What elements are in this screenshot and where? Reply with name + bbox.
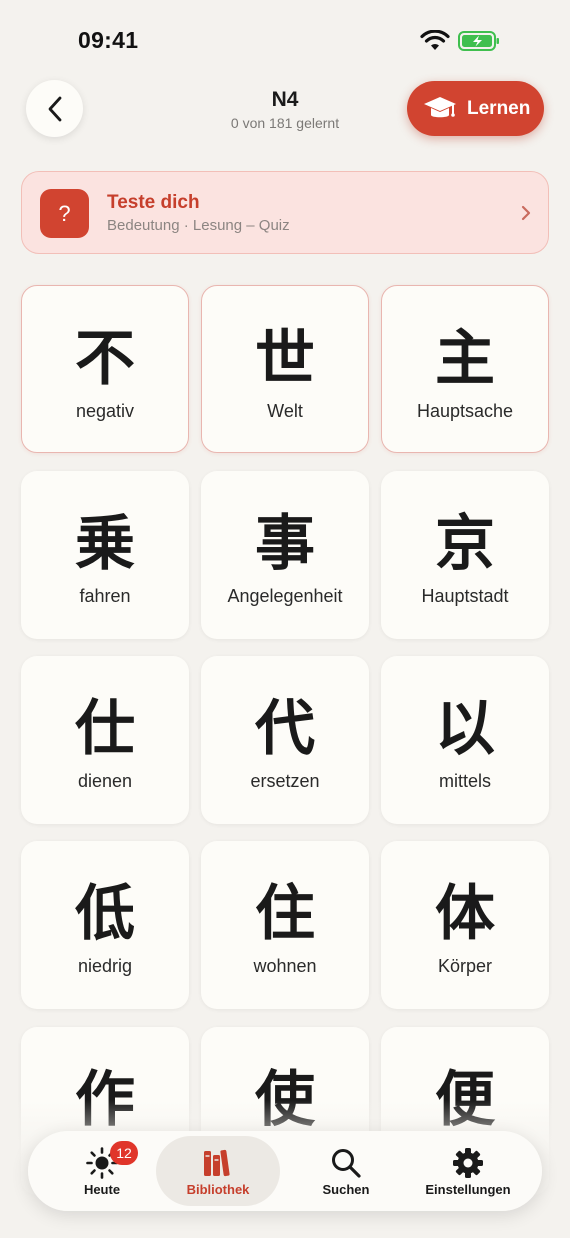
tab-bibliothek[interactable]: Bibliothek: [156, 1136, 280, 1206]
kanji-meaning: fahren: [79, 586, 131, 606]
kanji-card[interactable]: 不 negativ: [21, 285, 189, 453]
tab-bar: 12 Heute Bibliothek Suchen Einstellungen: [28, 1131, 542, 1211]
kanji-meaning: Hauptsache: [416, 401, 514, 421]
kanji-card[interactable]: 京 Hauptstadt: [381, 471, 549, 639]
kanji-card[interactable]: 代 ersetzen: [201, 656, 369, 824]
kanji-card[interactable]: 低 niedrig: [21, 841, 189, 1009]
kanji-meaning: niedrig: [77, 956, 133, 976]
kanji-card[interactable]: 住 wohnen: [201, 841, 369, 1009]
tab-label: Heute: [83, 1182, 121, 1197]
kanji-character: 体: [435, 879, 495, 949]
search-icon: [332, 1149, 361, 1178]
kanji-character: 京: [435, 509, 495, 579]
kanji-character: 乗: [75, 509, 135, 579]
kanji-meaning: negativ: [75, 401, 135, 421]
kanji-meaning: Welt: [267, 401, 303, 421]
kanji-character: 仕: [75, 694, 135, 764]
kanji-card[interactable]: 乗 fahren: [21, 471, 189, 639]
kanji-grid: 不 negativ 世 Welt 主 Hauptsache 乗 fahren 事…: [0, 0, 570, 1238]
books-icon: [204, 1149, 230, 1177]
kanji-card[interactable]: 主 Hauptsache: [381, 285, 549, 453]
tab-heute[interactable]: 12 Heute: [40, 1136, 164, 1206]
kanji-character: 代: [255, 694, 315, 764]
kanji-card[interactable]: 事 Angelegenheit: [201, 471, 369, 639]
tab-einstellungen[interactable]: Einstellungen: [406, 1136, 530, 1206]
kanji-meaning: wohnen: [253, 956, 317, 976]
kanji-meaning: mittels: [438, 771, 491, 791]
gear-icon: [453, 1148, 483, 1178]
tab-label: Bibliothek: [186, 1182, 250, 1197]
kanji-character: 事: [255, 509, 315, 579]
kanji-card[interactable]: 仕 dienen: [21, 656, 189, 824]
tab-suchen[interactable]: Suchen: [284, 1136, 408, 1206]
kanji-character: 低: [75, 879, 135, 949]
kanji-meaning: ersetzen: [250, 771, 320, 791]
kanji-card[interactable]: 体 Körper: [381, 841, 549, 1009]
kanji-meaning: Angelegenheit: [227, 586, 343, 606]
tab-label: Einstellungen: [425, 1182, 511, 1197]
kanji-character: 世: [255, 324, 315, 394]
kanji-character: 主: [435, 324, 495, 394]
kanji-character: 住: [255, 879, 315, 949]
kanji-character: 不: [75, 324, 135, 394]
kanji-card[interactable]: 以 mittels: [381, 656, 549, 824]
kanji-meaning: dienen: [77, 771, 133, 791]
kanji-character: 以: [435, 694, 495, 764]
kanji-meaning: Körper: [437, 956, 493, 976]
kanji-meaning: Hauptstadt: [421, 586, 509, 606]
notification-badge: 12: [110, 1141, 138, 1165]
tab-label: Suchen: [322, 1182, 370, 1197]
kanji-card[interactable]: 世 Welt: [201, 285, 369, 453]
